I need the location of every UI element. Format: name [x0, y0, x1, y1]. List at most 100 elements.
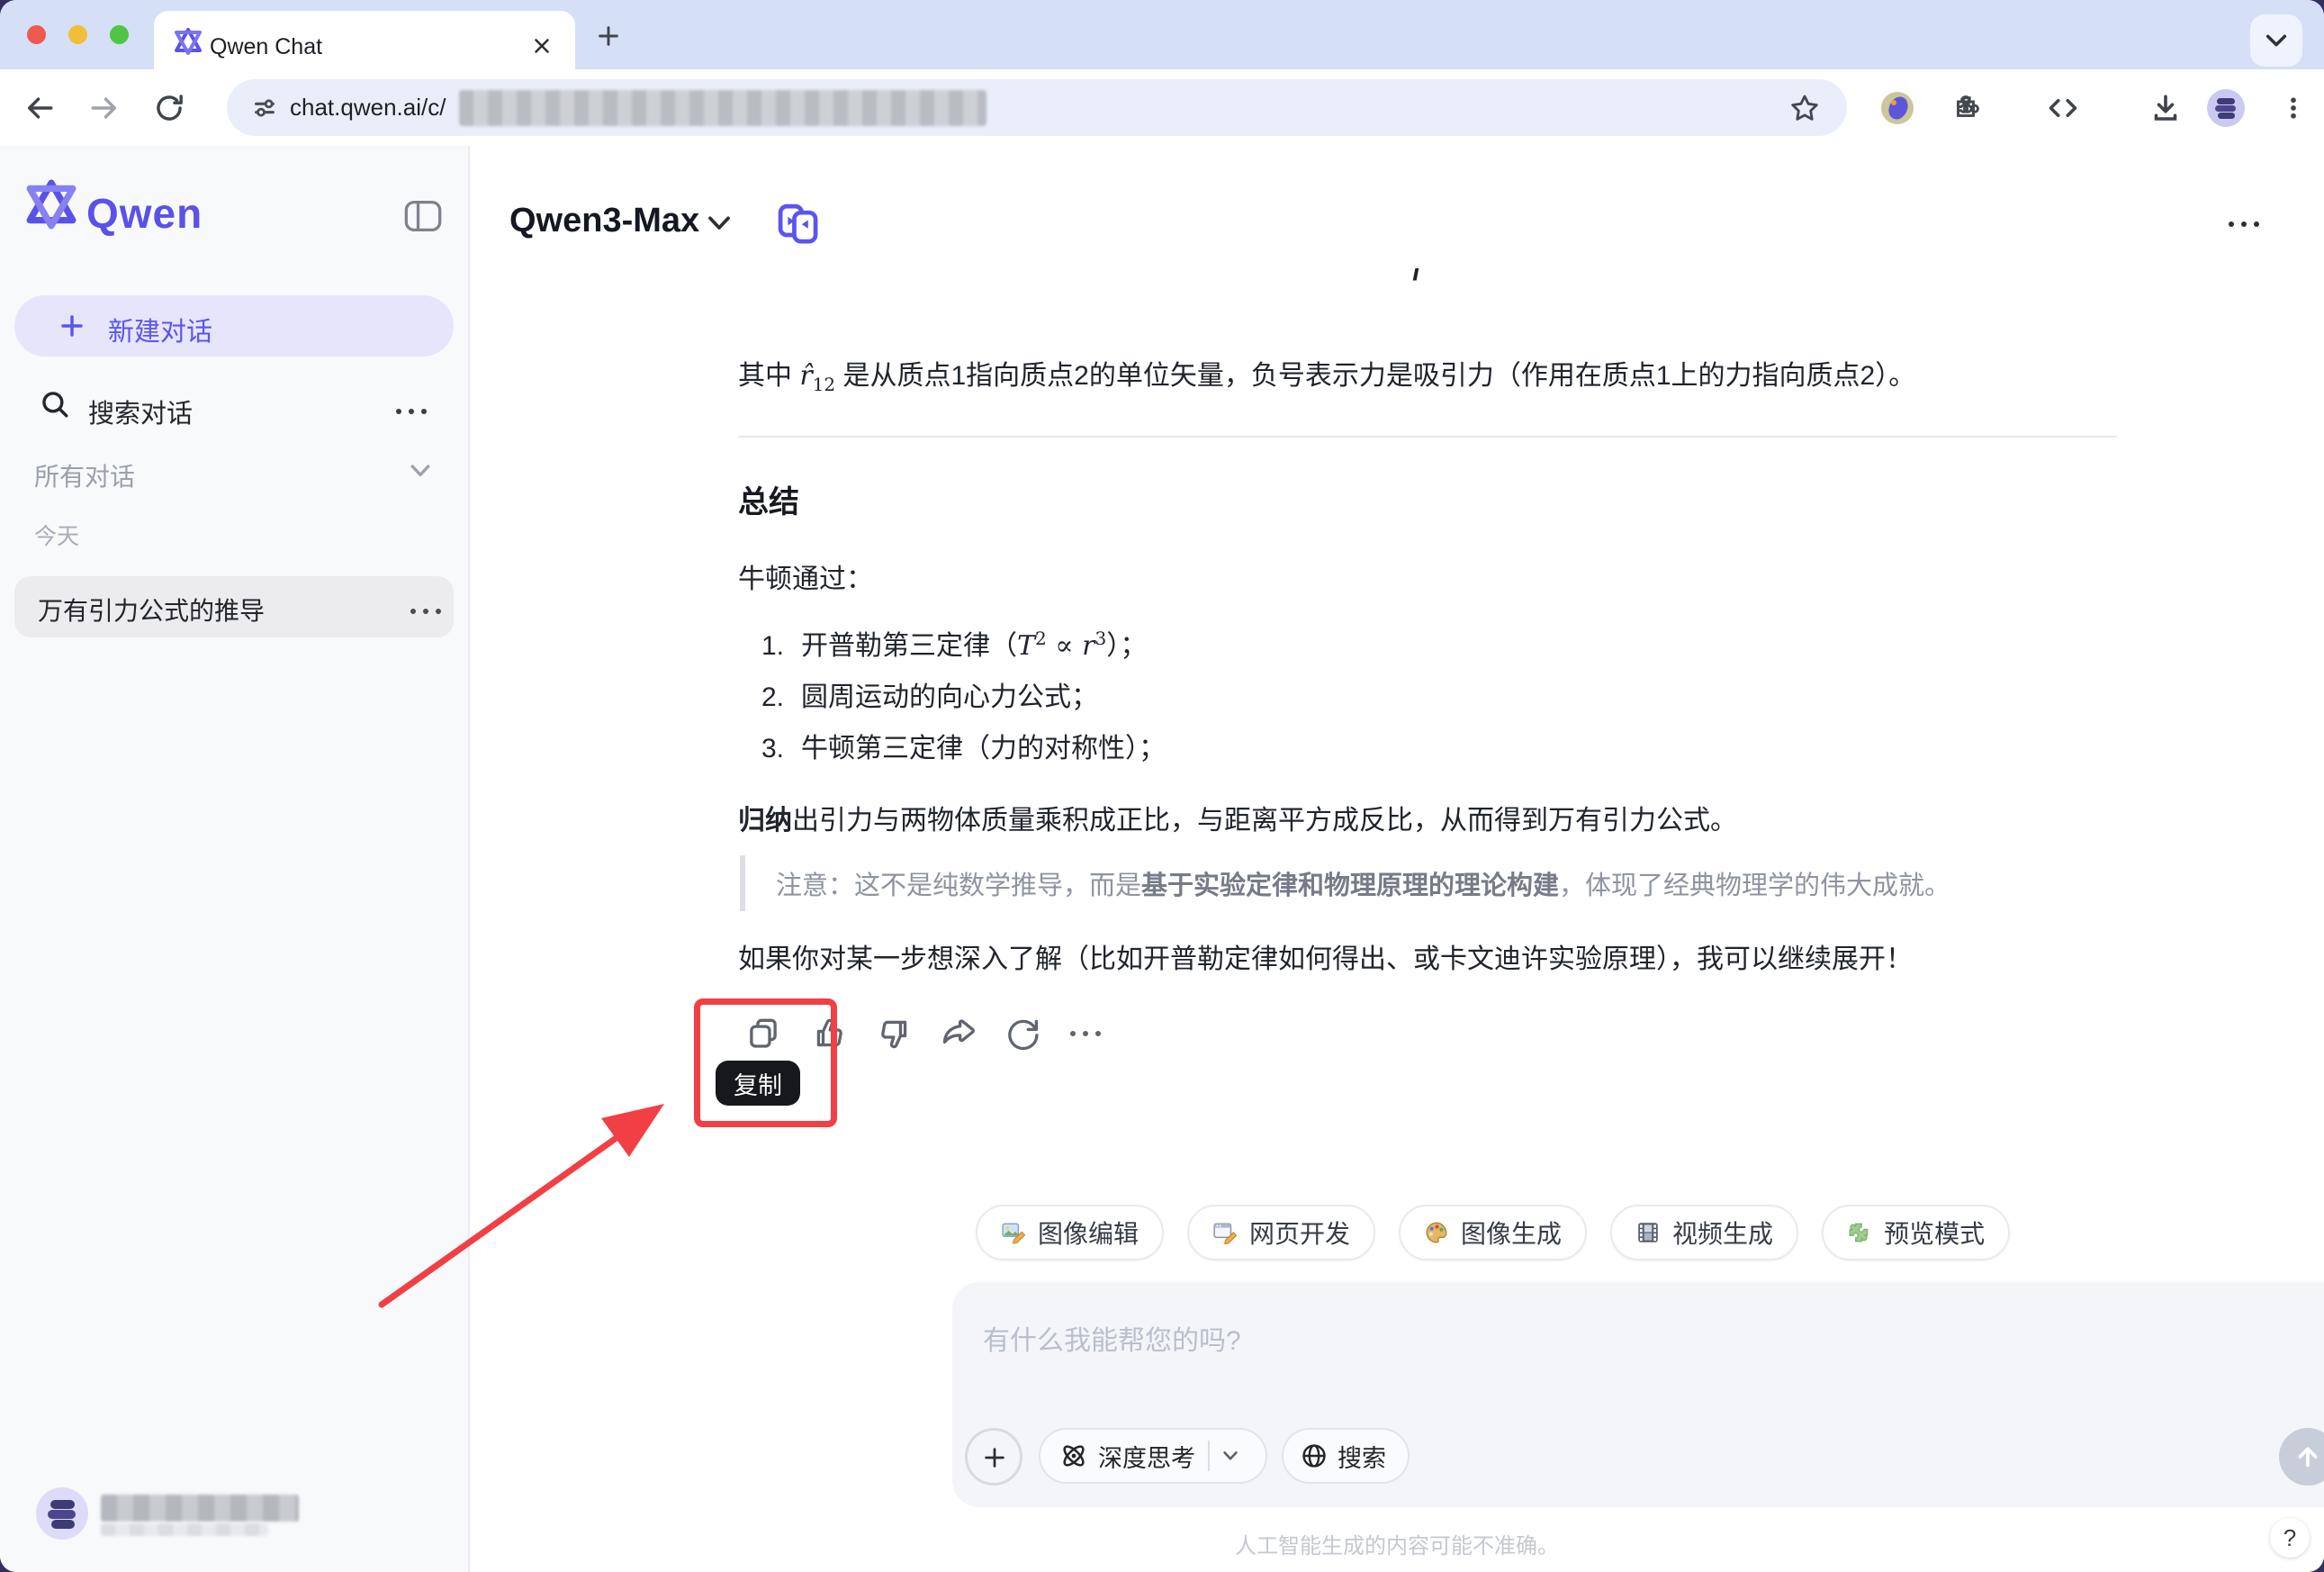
chevron-down-icon[interactable] — [407, 461, 434, 481]
chip-label: 预览模式 — [1884, 1215, 1985, 1251]
summary-intro: 牛顿通过： — [738, 558, 873, 601]
atom-icon — [1058, 1441, 1089, 1471]
puzzle-piece-icon — [1847, 1220, 1872, 1245]
qwen-app: Qwen 新建对话 搜索对话 所有对话 — [0, 146, 2324, 1572]
browser-tab[interactable]: Qwen Chat — [154, 11, 575, 69]
chevron-down-icon[interactable] — [706, 214, 733, 232]
qwen-favicon-icon — [174, 27, 203, 56]
conversation-title: 万有引力公式的推导 — [38, 592, 265, 628]
forward-button[interactable] — [83, 69, 126, 146]
tab-title: Qwen Chat — [210, 34, 322, 60]
browser-toolbar: chat.qwen.ai/c/ — [0, 69, 2324, 146]
brand-wordmark: Qwen — [86, 189, 203, 238]
formula-fragment: r2 — [738, 268, 2117, 301]
message-more-icon[interactable] — [1060, 1008, 1111, 1059]
pill-divider — [1208, 1441, 1210, 1471]
conversation-more-icon[interactable] — [407, 603, 445, 619]
extensions-puzzle-icon[interactable] — [1944, 69, 1987, 146]
image-edit-icon — [1001, 1220, 1026, 1245]
film-strip-icon — [1635, 1220, 1661, 1245]
chat-more-icon[interactable] — [2225, 216, 2263, 232]
sidebar: Qwen 新建对话 搜索对话 所有对话 — [0, 146, 470, 1572]
new-tab-icon[interactable] — [594, 22, 623, 50]
copy-tooltip: 复制 — [716, 1061, 800, 1106]
new-chat-label: 新建对话 — [108, 311, 212, 348]
conclusion-paragraph: 归纳出引力与两物体质量乘积成正比，与距离平方成反比，从而得到万有引力公式。 — [738, 800, 1737, 843]
reload-button[interactable] — [148, 69, 191, 146]
ai-disclaimer: 人工智能生成的内容可能不准确。 — [470, 1528, 2324, 1559]
chevron-down-icon[interactable] — [1221, 1449, 1240, 1463]
downloads-icon[interactable] — [2144, 69, 2187, 146]
section-divider — [738, 436, 2117, 438]
web-search-toggle[interactable]: 搜索 — [1282, 1428, 1410, 1484]
bookmark-star-icon[interactable] — [1789, 93, 1820, 123]
chip-label: 网页开发 — [1249, 1215, 1350, 1251]
deep-thinking-toggle[interactable]: 深度思考 — [1039, 1428, 1267, 1484]
user-avatar — [36, 1487, 88, 1540]
paragraph-unit-vector: 其中 r̂12 是从质点1指向质点2的单位矢量，负号表示力是吸引力（作用在质点1… — [738, 355, 2117, 406]
attach-button[interactable] — [965, 1428, 1022, 1486]
closing-paragraph: 如果你对某一步想深入了解（比如开普勒定律如何得出、或卡文迪许实验原理），我可以继… — [738, 938, 1913, 981]
chat-main: Qwen3-Max r2 其中 r̂12 是从质点1指向质点2的单位矢量，负号表… — [470, 146, 2324, 1572]
model-selector[interactable]: Qwen3-Max — [509, 202, 699, 240]
url-redaction — [459, 90, 986, 126]
arrow-up-icon — [2293, 1442, 2322, 1471]
chip-label: 图像生成 — [1461, 1215, 1562, 1251]
chevron-down-icon — [2264, 32, 2289, 50]
profile-avatar[interactable] — [2207, 89, 2245, 127]
browser-menu-icon[interactable] — [2272, 69, 2315, 146]
summary-heading: 总结 — [738, 477, 799, 521]
thumbs-down-button[interactable] — [869, 1008, 920, 1059]
username-redaction-sub — [101, 1523, 268, 1536]
collapse-sidebar-icon[interactable] — [403, 198, 443, 234]
site-settings-icon[interactable] — [250, 94, 279, 122]
chip-image-edit[interactable]: 图像编辑 — [976, 1205, 1164, 1260]
chip-web-dev[interactable]: 网页开发 — [1187, 1205, 1375, 1260]
new-chat-button[interactable]: 新建对话 — [14, 295, 454, 357]
tab-strip: Qwen Chat — [0, 0, 2324, 69]
all-chats-label[interactable]: 所有对话 — [34, 457, 135, 493]
web-search-label: 搜索 — [1338, 1439, 1386, 1474]
list-item-2: 2.圆周运动的向心力公式； — [761, 674, 1098, 714]
send-button[interactable] — [2279, 1428, 2324, 1486]
url-text: chat.qwen.ai/c/ — [290, 94, 446, 122]
today-section-label: 今天 — [34, 519, 79, 551]
model-compare-icon[interactable] — [774, 200, 821, 247]
sidebar-item-conversation[interactable]: 万有引力公式的推导 — [14, 576, 454, 637]
search-chats-row[interactable]: 搜索对话 — [0, 382, 468, 436]
chip-label: 图像编辑 — [1038, 1215, 1139, 1251]
devtools-code-icon[interactable] — [2041, 69, 2085, 146]
suggestion-chips: 图像编辑 网页开发 — [976, 1205, 2010, 1260]
composer-placeholder: 有什么我能帮您的吗? — [983, 1318, 1241, 1358]
list-item-3: 3.牛顿第三定律（力的对称性）； — [761, 726, 1166, 765]
web-dev-icon — [1212, 1220, 1238, 1245]
back-button[interactable] — [18, 69, 61, 146]
tab-close-icon[interactable] — [530, 34, 554, 58]
url-bar[interactable]: chat.qwen.ai/c/ — [227, 79, 1847, 136]
search-icon — [40, 389, 70, 420]
chip-preview-mode[interactable]: 预览模式 — [1822, 1205, 2010, 1260]
chip-video-gen[interactable]: 视频生成 — [1610, 1205, 1798, 1260]
tab-search-button[interactable] — [2250, 14, 2302, 67]
chip-image-gen[interactable]: 图像生成 — [1399, 1205, 1587, 1260]
traffic-light-close[interactable] — [27, 25, 46, 44]
traffic-light-zoom[interactable] — [110, 25, 129, 44]
deep-thinking-label: 深度思考 — [1098, 1439, 1195, 1474]
palette-icon — [1424, 1220, 1449, 1245]
user-account-row[interactable] — [0, 1487, 468, 1545]
qwen-logo-icon — [25, 178, 77, 230]
search-more-icon[interactable] — [392, 403, 430, 420]
share-button[interactable] — [932, 1008, 983, 1059]
help-button[interactable]: ? — [2270, 1518, 2310, 1558]
extension-avatar-icon[interactable] — [1881, 92, 1914, 124]
browser-window: Qwen Chat — [0, 0, 2324, 1572]
globe-icon — [1300, 1441, 1329, 1470]
traffic-light-minimize[interactable] — [68, 25, 87, 44]
regenerate-button[interactable] — [997, 1008, 1048, 1059]
composer[interactable]: 有什么我能帮您的吗? 深度思考 — [952, 1282, 2324, 1507]
list-item-1: 1.开普勒第三定律（T2 ∝ r3）； — [761, 623, 1147, 663]
note-blockquote: 注意：这不是纯数学推导，而是基于实验定律和物理原理的理论构建，体现了经典物理学的… — [740, 855, 1950, 911]
username-redaction — [101, 1495, 299, 1522]
plus-icon — [58, 312, 86, 340]
chip-label: 视频生成 — [1672, 1215, 1773, 1251]
